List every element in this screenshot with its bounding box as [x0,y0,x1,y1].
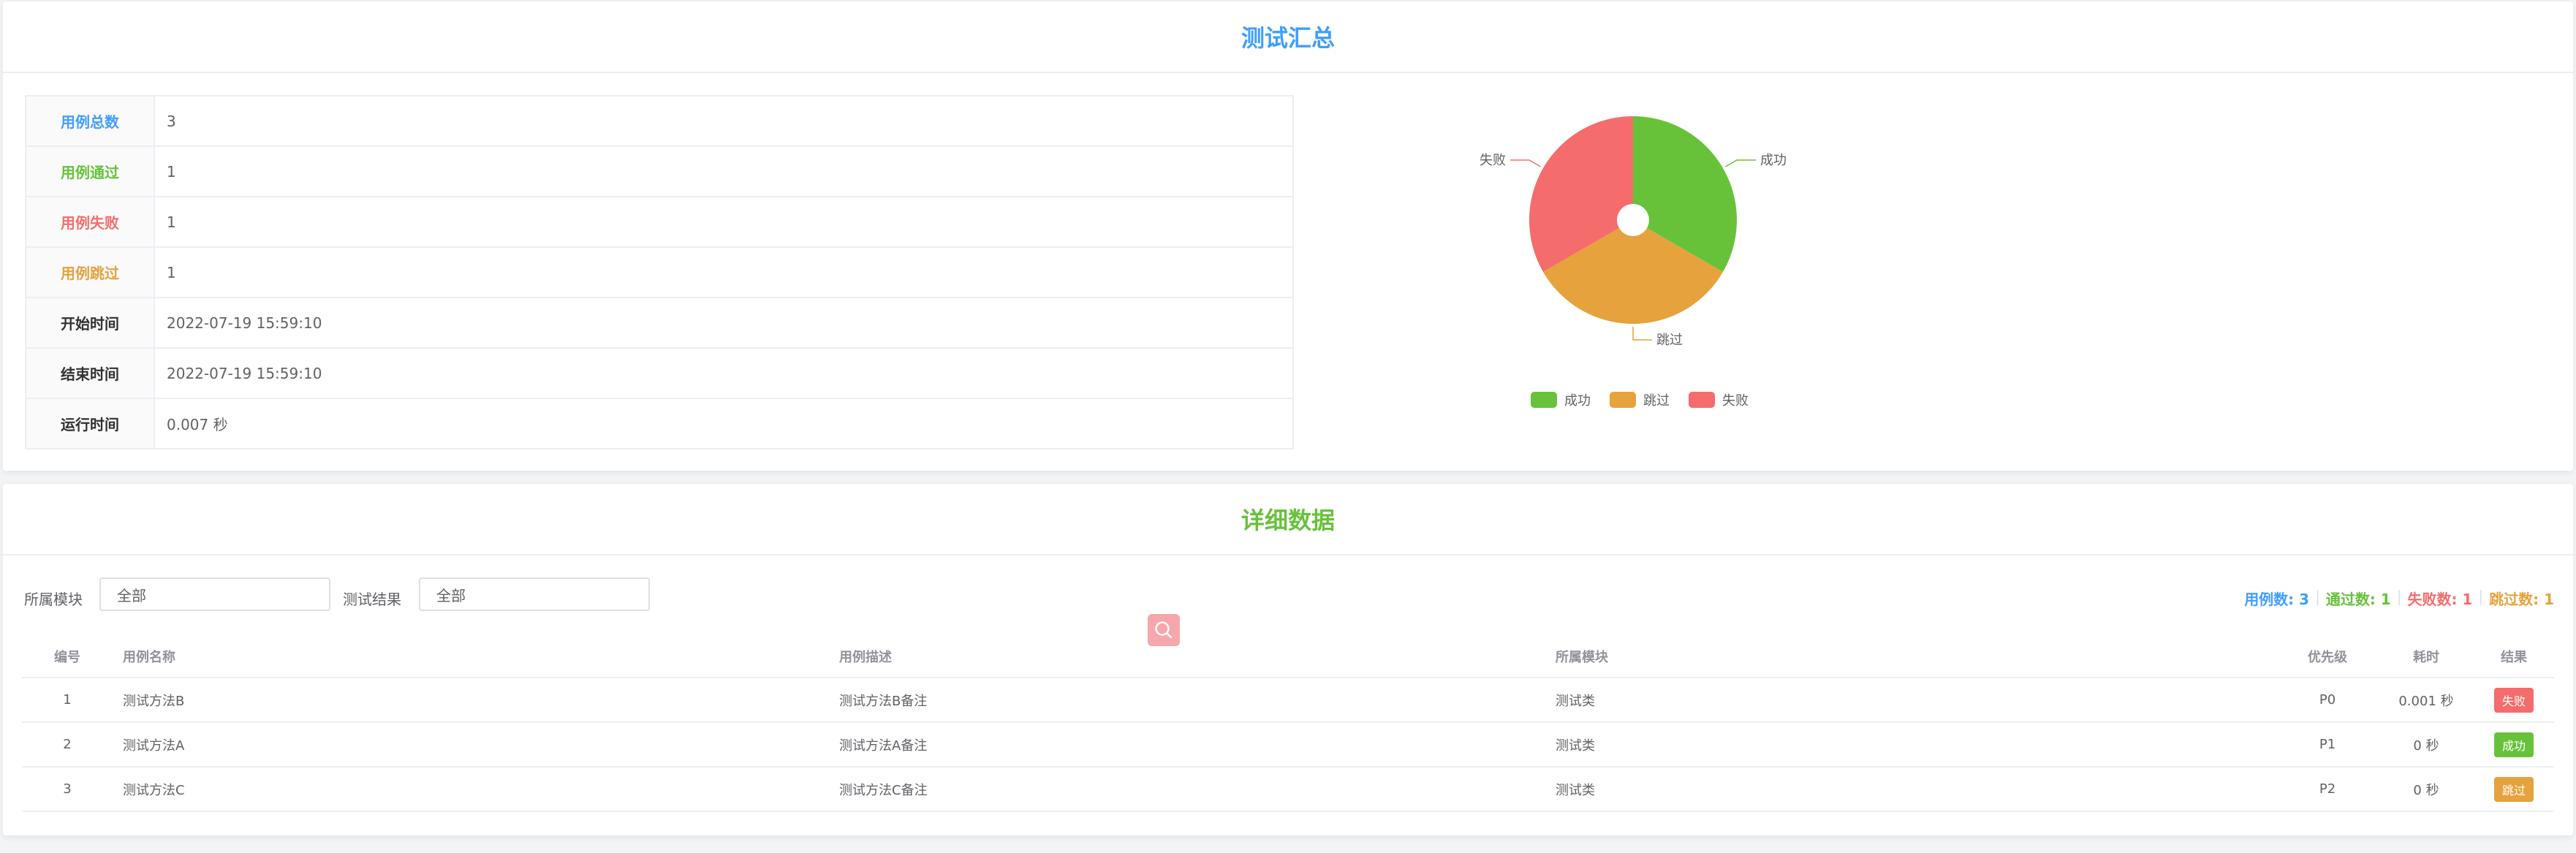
stat-total: 用例数: 3 [2244,591,2310,608]
result-badge-success: 成功 [2493,732,2534,757]
cell-result: 跳过 [2474,776,2554,802]
legend-swatch-success [1531,392,1557,408]
col-header-desc[interactable]: 用例描述 [829,647,1545,666]
cell-name: 测试方法C [123,782,185,798]
col-header-name[interactable]: 用例名称 [113,647,829,666]
summary-row: 用例跳过 1 [26,248,1292,298]
result-stats: 用例数: 3 | 通过数: 1 | 失败数: 1 | 跳过数: 1 [2244,588,2554,609]
stat-pass: 通过数: 1 [2325,591,2391,608]
legend-swatch-skip [1610,392,1636,408]
summary-row: 结束时间 2022-07-19 15:59:10 [26,349,1292,399]
stat-fail: 失败数: 1 [2407,591,2473,608]
detail-title: 详细数据 [3,484,2573,556]
cell-name: 测试方法A [123,738,185,754]
module-filter-select[interactable]: 全部 [99,577,330,611]
col-header-priority[interactable]: 优先级 [2276,647,2379,666]
pie-leader-line [1632,327,1652,341]
col-header-module[interactable]: 所属模块 [1545,647,2276,666]
cell-no: 1 [63,692,72,708]
result-badge-skip: 跳过 [2493,776,2534,802]
pie-center-hole [1617,204,1649,236]
summary-card: 测试汇总 用例总数 3 用例通过 1 用例失败 1 用例跳过 1 开始时间 20… [3,1,2573,471]
cell-result: 失败 [2474,687,2554,713]
table-row[interactable]: 2 测试方法A 测试方法A备注 测试类 P1 0 秒 成功 [22,723,2554,767]
pie-leader-line [1725,159,1757,167]
cell-module: 测试类 [1556,693,1595,709]
summary-value-end: 2022-07-19 15:59:10 [167,364,322,382]
col-header-result[interactable]: 结果 [2474,647,2554,666]
summary-value-start: 2022-07-19 15:59:10 [167,314,322,332]
pie-slice-label: 失败 [1480,153,1506,168]
legend-item-success[interactable]: 成功 [1531,390,1591,409]
summary-label-start: 开始时间 [26,298,155,347]
table-row[interactable]: 1 测试方法B 测试方法B备注 测试类 P0 0.001 秒 失败 [22,678,2554,723]
table-header-row: 编号 用例名称 用例描述 所属模块 优先级 耗时 结果 [22,636,2554,678]
cell-time: 0.001 秒 [2398,693,2454,709]
cell-priority: P1 [2319,737,2336,752]
summary-row: 用例总数 3 [26,96,1292,147]
module-filter-label: 所属模块 [24,591,83,608]
legend-label-success: 成功 [1564,393,1591,409]
cell-desc: 测试方法B备注 [839,693,928,709]
summary-title: 测试汇总 [3,1,2573,73]
legend-label-skip: 跳过 [1643,393,1670,409]
summary-label-end: 结束时间 [26,349,155,398]
cell-desc: 测试方法C备注 [839,782,928,798]
summary-table: 用例总数 3 用例通过 1 用例失败 1 用例跳过 1 开始时间 2022-07… [25,95,1294,450]
summary-value-fail: 1 [167,213,176,231]
summary-row: 开始时间 2022-07-19 15:59:10 [26,298,1292,349]
pie-leader-line [1509,159,1541,167]
cell-time: 0 秒 [2413,738,2439,754]
legend-item-skip[interactable]: 跳过 [1610,390,1670,409]
cell-desc: 测试方法A备注 [839,738,928,754]
col-header-time[interactable]: 耗时 [2379,647,2474,666]
summary-value-pass: 1 [167,162,176,181]
summary-label-total: 用例总数 [26,96,155,145]
result-filter-select[interactable]: 全部 [419,577,650,611]
summary-label-pass: 用例通过 [26,147,155,196]
cell-name: 测试方法B [123,693,185,709]
summary-value-total: 3 [167,112,176,130]
pie-legend: 成功 跳过 失败 [1531,390,1749,409]
result-pie-chart: 成功跳过 失败 [1480,116,1787,348]
legend-item-fail[interactable]: 失败 [1689,390,1749,409]
summary-row: 用例失败 1 [26,197,1292,248]
cell-result: 成功 [2474,732,2554,757]
stat-skip: 跳过数: 1 [2489,591,2554,608]
result-badge-fail: 失败 [2493,687,2534,713]
stat-separator: | [2315,588,2320,605]
cell-priority: P0 [2319,692,2336,708]
legend-label-fail: 失败 [1722,393,1749,409]
summary-value-duration: 0.007 秒 [167,416,228,433]
cell-priority: P2 [2319,781,2336,797]
cell-no: 3 [63,781,72,797]
result-filter-label: 测试结果 [343,591,401,608]
detail-table: 编号 用例名称 用例描述 所属模块 优先级 耗时 结果 1 测试方法B 测试方法… [22,636,2554,812]
stat-separator: | [2396,588,2402,605]
summary-row: 用例通过 1 [26,147,1292,197]
summary-label-fail: 用例失败 [26,197,155,246]
summary-value-skip: 1 [167,263,176,281]
cell-module: 测试类 [1556,738,1595,754]
pie-slice-label: 成功 [1760,153,1787,168]
summary-label-duration: 运行时间 [26,399,155,448]
summary-label-skip: 用例跳过 [26,248,155,297]
col-header-no[interactable]: 编号 [22,647,113,666]
pie-slice-label: 跳过 [1656,333,1683,348]
summary-row: 运行时间 0.007 秒 [26,399,1292,448]
cell-module: 测试类 [1556,782,1595,798]
legend-swatch-fail [1689,392,1715,408]
stat-separator: | [2478,588,2484,605]
table-row[interactable]: 3 测试方法C 测试方法C备注 测试类 P2 0 秒 跳过 [22,767,2554,812]
cell-no: 2 [63,737,72,752]
cell-time: 0 秒 [2413,782,2439,798]
